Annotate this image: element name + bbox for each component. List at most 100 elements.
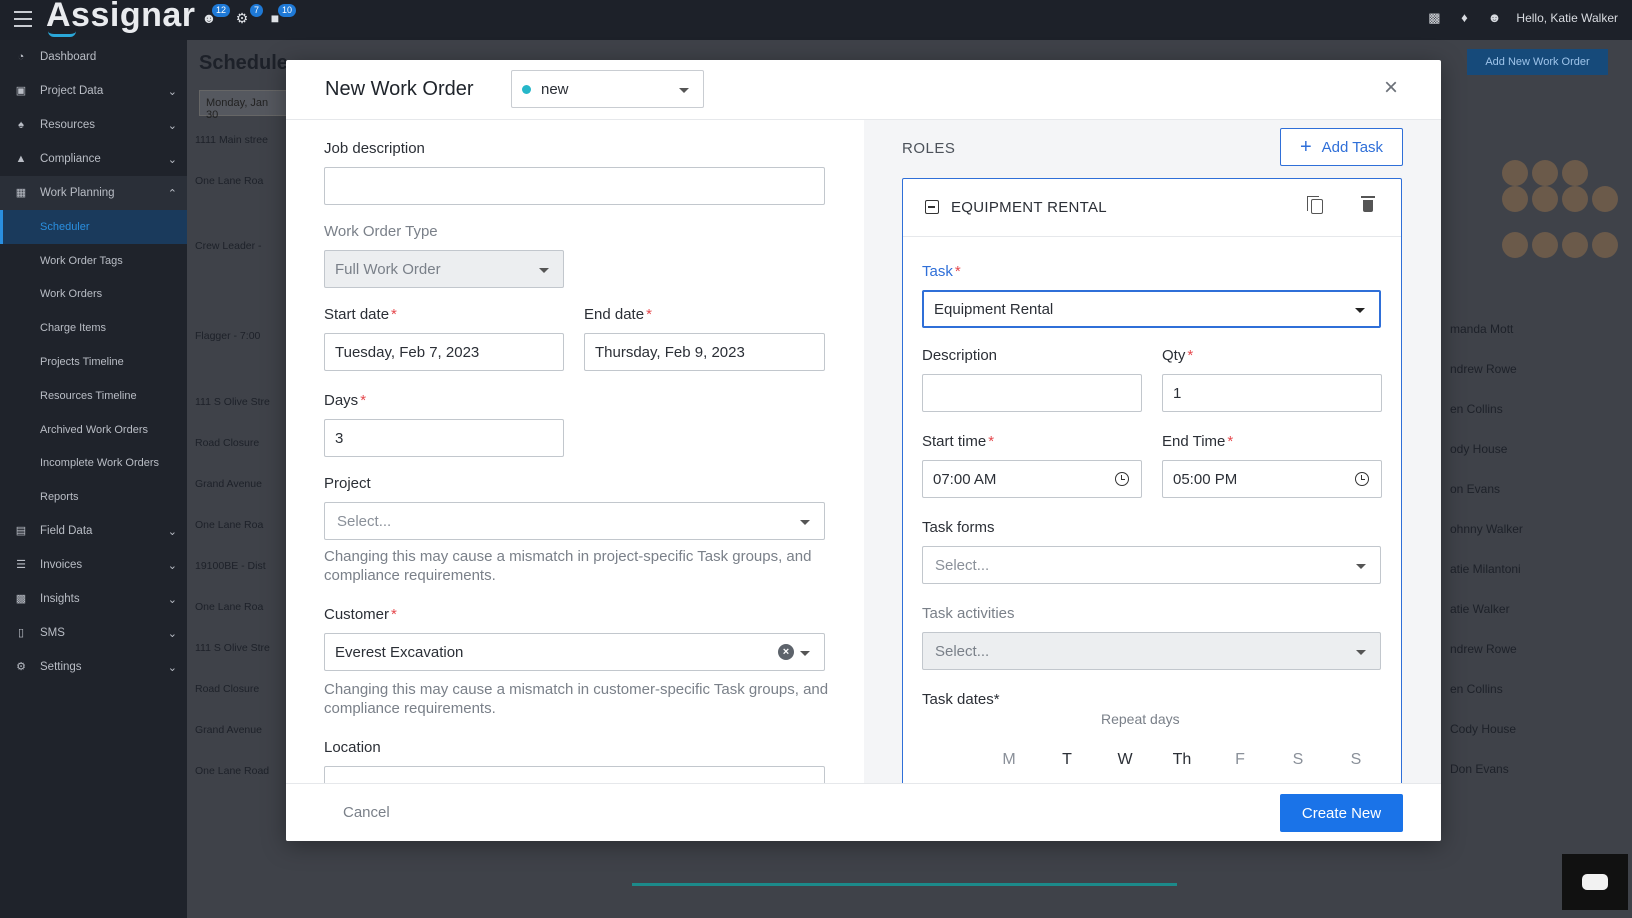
day-toggle-tuesday[interactable]: T [1052, 751, 1082, 769]
avatar[interactable] [1502, 160, 1528, 186]
task-activities-placeholder: Select... [935, 642, 990, 660]
day-toggle-friday[interactable]: F [1225, 751, 1255, 769]
briefcase-icon[interactable]: ■ 10 [266, 4, 296, 26]
avatar[interactable] [1562, 186, 1588, 212]
task-activities-label: Task activities [922, 605, 1015, 622]
qty-label: Qty * [1162, 347, 1194, 364]
equipment-icon[interactable]: ⚙ 7 [233, 4, 263, 26]
avatar[interactable] [1502, 186, 1528, 212]
avatar[interactable] [1562, 160, 1588, 186]
cancel-button[interactable]: Cancel [343, 804, 390, 821]
sidebar-item-resources[interactable]: ♠ Resources ⌄ [0, 108, 187, 142]
clock-icon[interactable] [1115, 472, 1129, 486]
list-item[interactable]: Road Closure [187, 677, 287, 718]
sidebar-subitem-reports[interactable]: Reports [0, 480, 187, 514]
task-forms-select[interactable]: Select... [922, 546, 1381, 584]
start-time-input[interactable]: 07:00 AM [922, 460, 1142, 498]
sidebar-item-settings[interactable]: ⚙ Settings ⌄ [0, 650, 187, 684]
sidebar-item-sms[interactable]: ▯ SMS ⌄ [0, 616, 187, 650]
sidebar-item-field-data[interactable]: ▤ Field Data ⌄ [0, 514, 187, 548]
description-input[interactable] [922, 374, 1142, 412]
user-icon[interactable]: ☻ [1486, 11, 1502, 25]
start-date-input[interactable]: Tuesday, Feb 7, 2023 [324, 333, 564, 371]
customer-select[interactable]: Everest Excavation × [324, 633, 825, 671]
task-dates-label: Task dates* [922, 691, 1000, 708]
sidebar-subitem-work-orders[interactable]: Work Orders [0, 278, 187, 312]
day-toggle-sunday[interactable]: S [1341, 751, 1371, 769]
sidebar-subitem-resources-timeline[interactable]: Resources Timeline [0, 379, 187, 413]
avatar[interactable] [1532, 232, 1558, 258]
copy-icon[interactable] [1307, 196, 1323, 214]
list-item[interactable]: One Lane Roa [187, 169, 287, 210]
sidebar-item-compliance[interactable]: ▲ Compliance ⌄ [0, 142, 187, 176]
bell-icon[interactable]: ♦ [1456, 11, 1472, 25]
avatar[interactable] [1592, 186, 1618, 212]
sidebar-item-dashboard[interactable]: ◔ Dashboard [0, 40, 187, 74]
sidebar-subitem-projects-timeline[interactable]: Projects Timeline [0, 345, 187, 379]
avatar[interactable] [1532, 160, 1558, 186]
create-new-button[interactable]: Create New [1280, 794, 1403, 832]
clock-icon[interactable] [1355, 472, 1369, 486]
chat-icon[interactable]: ▩ [1426, 11, 1442, 25]
trash-icon[interactable] [1361, 196, 1375, 212]
chat-widget-button[interactable] [1562, 854, 1628, 910]
count-badge: 12 [211, 4, 230, 17]
sidebar-item-insights[interactable]: ▩ Insights ⌄ [0, 582, 187, 616]
add-new-work-order-button[interactable]: Add New Work Order [1467, 49, 1608, 75]
list-item[interactable]: 111 S Olive Stre [187, 636, 287, 677]
sidebar-subitem-charge-items[interactable]: Charge Items [0, 311, 187, 345]
day-toggle-monday[interactable]: M [994, 751, 1024, 769]
qty-input[interactable]: 1 [1162, 374, 1382, 412]
list-item[interactable]: 111 S Olive Stre [187, 390, 287, 431]
sidebar-subitem-incomplete-work-orders[interactable]: Incomplete Work Orders [0, 447, 187, 481]
avatar[interactable] [1502, 232, 1528, 258]
sidebar-item-invoices[interactable]: ☰ Invoices ⌄ [0, 548, 187, 582]
end-time-label-text: End Time [1162, 433, 1226, 450]
list-item[interactable]: One Lane Road [187, 759, 287, 800]
list-item[interactable]: Flagger - 7:00 [187, 290, 287, 390]
list-item[interactable]: Crew Leader - [187, 210, 287, 290]
day-toggle-saturday[interactable]: S [1283, 751, 1313, 769]
list-item[interactable]: One Lane Roa [187, 513, 287, 554]
day-toggle-thursday[interactable]: Th [1167, 751, 1197, 769]
work-order-type-label: Work Order Type [324, 223, 438, 240]
avatar[interactable] [1532, 186, 1558, 212]
close-icon[interactable]: × [1379, 76, 1403, 100]
task-select[interactable]: Equipment Rental [922, 290, 1381, 328]
greeting-text[interactable]: Hello, Katie Walker [1516, 11, 1618, 25]
clear-icon[interactable]: × [778, 644, 794, 660]
list-item[interactable]: Grand Avenue [187, 718, 287, 759]
day-toggle-wednesday[interactable]: W [1110, 751, 1140, 769]
timeline-bar[interactable] [632, 883, 1177, 886]
collapse-icon[interactable] [925, 200, 939, 214]
caret-down-icon [800, 520, 810, 525]
list-item[interactable]: Road Closure [187, 431, 287, 472]
chart-icon: ▩ [15, 593, 27, 606]
list-item[interactable]: Grand Avenue [187, 472, 287, 513]
sidebar-item-label: Field Data [40, 525, 93, 538]
end-date-input[interactable]: Thursday, Feb 9, 2023 [584, 333, 825, 371]
list-item[interactable]: 1111 Main stree [187, 128, 287, 169]
sidebar-subitem-scheduler[interactable]: Scheduler [0, 210, 187, 244]
chevron-down-icon: ⌄ [167, 154, 177, 166]
end-time-input[interactable]: 05:00 PM [1162, 460, 1382, 498]
add-task-button[interactable]: + Add Task [1280, 128, 1403, 166]
menu-icon[interactable] [14, 11, 32, 27]
avatar[interactable] [1592, 232, 1618, 258]
sidebar-item-label: Insights [40, 593, 80, 606]
avatar[interactable] [1562, 232, 1588, 258]
description-label: Description [922, 347, 998, 364]
job-description-input[interactable] [324, 167, 825, 205]
sidebar-subitem-archived-work-orders[interactable]: Archived Work Orders [0, 413, 187, 447]
list-item[interactable]: One Lane Roa [187, 595, 287, 636]
user-icon[interactable]: ☻ 12 [200, 4, 230, 26]
sidebar-item-project-data[interactable]: ▣ Project Data ⌄ [0, 74, 187, 108]
sidebar-item-work-planning[interactable]: ▦ Work Planning ⌃ [0, 176, 187, 210]
date-picker[interactable]: Monday, Jan 30 [199, 90, 289, 121]
status-select[interactable]: new [511, 70, 704, 108]
project-select[interactable]: Select... [324, 502, 825, 540]
days-input[interactable]: 3 [324, 419, 564, 457]
sidebar-subitem-work-order-tags[interactable]: Work Order Tags [0, 244, 187, 278]
app-logo[interactable]: Assignar [46, 0, 196, 35]
list-item[interactable]: 19100BE - Dist [187, 554, 287, 595]
